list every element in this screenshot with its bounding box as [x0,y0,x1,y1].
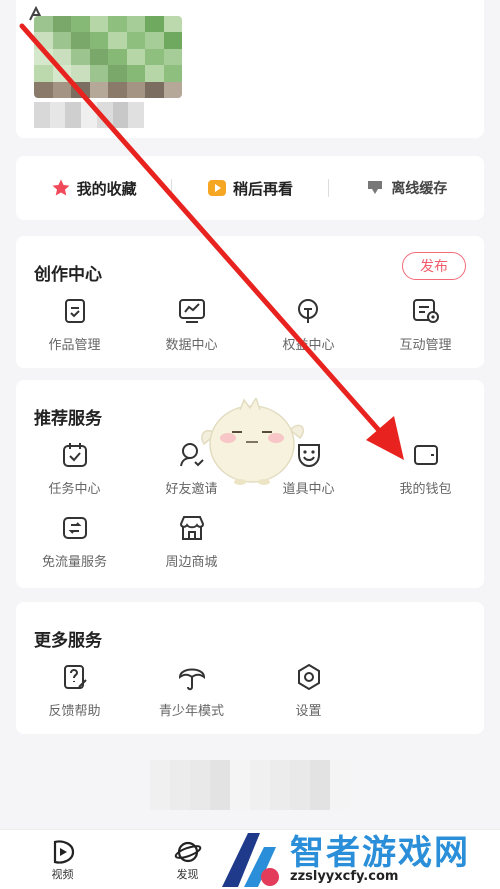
publish-button[interactable]: 发布 [402,252,466,280]
item-label: 权益中心 [282,338,335,353]
watermark: 智者游戏网 zzslyyxcfy.com [218,821,500,889]
video-icon [53,839,74,864]
item-label: 设置 [295,704,322,719]
nav-video[interactable]: 视频 [0,830,125,889]
teen-mode-item[interactable]: 青少年模式 [133,662,250,719]
item-label: 任务中心 [48,482,101,497]
item-label: 作品管理 [48,338,101,353]
item-label: 反馈帮助 [48,704,101,719]
item-label: 我的钱包 [399,482,452,497]
offline-cache-button[interactable]: 离线缓存 [329,178,484,198]
offline-cache-label: 离线缓存 [391,181,448,197]
watermark-logo [222,833,279,887]
data-center-item[interactable]: 数据中心 [133,296,250,353]
watermark-title: 智者游戏网 [290,833,470,873]
nav-label: 发现 [176,867,199,881]
umbrella-icon [177,662,207,692]
avatar[interactable] [34,16,182,98]
nav-label: 视频 [51,867,74,881]
merch-shop-item[interactable]: 周边商城 [133,513,250,570]
settings-icon [294,662,324,692]
works-management-item[interactable]: 作品管理 [16,296,133,353]
username-blurred [34,102,144,128]
interaction-icon [411,296,441,326]
creation-center-card: 创作中心 发布 作品管理 数据中心 权益中心 互动管理 [16,236,484,368]
feedback-icon [60,662,90,692]
rights-icon [294,296,324,326]
works-icon [60,296,90,326]
chart-icon [177,296,207,326]
watermark-site: zzslyyxcfy.com [290,869,399,884]
download-icon [368,181,383,194]
task-center-item[interactable]: 任务中心 [16,440,133,497]
data-free-icon [60,513,90,543]
item-label: 周边商城 [165,555,218,570]
more-services-card: 更多服务 反馈帮助 青少年模式 设置 [16,602,484,734]
play-later-icon [207,180,226,196]
my-wallet-item[interactable]: 我的钱包 [367,440,484,497]
section-title: 创作中心 [34,265,102,285]
favorites-label: 我的收藏 [76,179,137,198]
quick-actions-bar: 我的收藏 稍后再看 离线缓存 [16,156,484,220]
item-label: 免流量服务 [41,555,107,570]
mascot-image [201,398,304,485]
task-icon [60,440,90,470]
wallet-icon [411,440,441,470]
blurred-content [150,760,350,810]
feedback-help-item[interactable]: 反馈帮助 [16,662,133,719]
interaction-management-item[interactable]: 互动管理 [367,296,484,353]
discover-icon [174,841,201,862]
rights-center-item[interactable]: 权益中心 [250,296,367,353]
shop-icon [177,513,207,543]
favorites-button[interactable]: 我的收藏 [16,178,171,199]
profile-card[interactable] [16,0,484,138]
item-label: 数据中心 [165,338,218,353]
watch-later-label: 稍后再看 [232,179,293,198]
section-title: 推荐服务 [34,409,102,429]
item-label: 互动管理 [399,338,452,353]
star-icon [52,179,70,196]
data-free-service-item[interactable]: 免流量服务 [16,513,133,570]
settings-item[interactable]: 设置 [250,662,367,719]
section-title: 更多服务 [34,631,102,651]
item-label: 青少年模式 [158,704,224,719]
watch-later-button[interactable]: 稍后再看 [172,178,327,199]
